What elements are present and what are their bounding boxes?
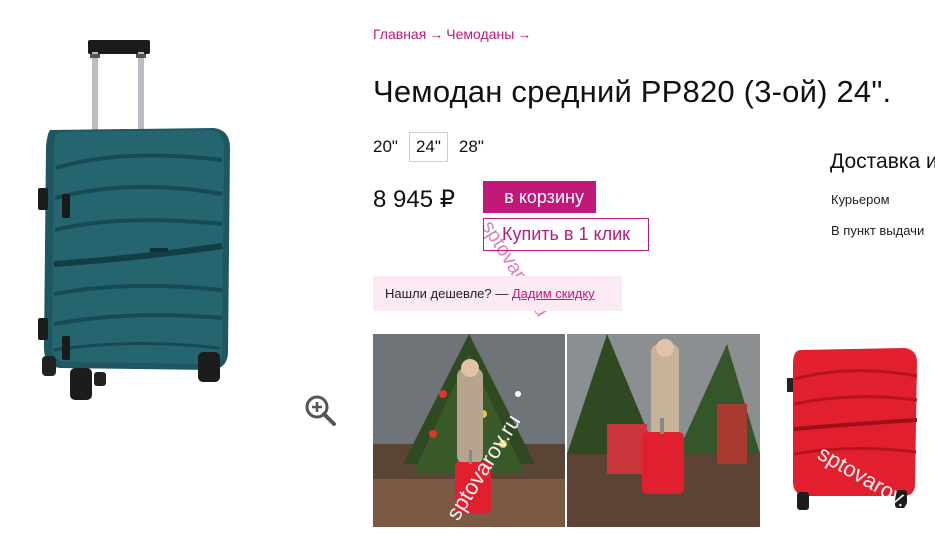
thumbnail-photo-2[interactable]	[567, 334, 760, 527]
discount-link[interactable]: Дадим скидку	[512, 286, 595, 301]
size-option-20[interactable]: 20"	[366, 132, 405, 162]
breadcrumb-arrow: →	[517, 26, 532, 42]
breadcrumb-home-link[interactable]: Главная	[373, 26, 426, 42]
product-price: 8 945 ₽	[373, 186, 455, 213]
delivery-pickup: В пункт выдачи	[831, 223, 925, 238]
found-cheaper-text: Нашли дешевле? —	[385, 286, 509, 301]
size-option-24-selected[interactable]: 24"	[408, 132, 448, 162]
delivery-heading: Доставка и	[830, 150, 935, 173]
add-to-cart-button[interactable]: в корзину	[483, 181, 596, 213]
product-title: Чемодан средний PP820 (3-ой) 24".	[373, 74, 892, 109]
size-option-28[interactable]: 28"	[452, 132, 491, 162]
found-cheaper-banner: Нашли дешевле? — Дадим скидку	[373, 276, 622, 311]
zoom-button[interactable]	[302, 392, 338, 428]
thumbnail-image	[567, 334, 760, 527]
thumbnail-strip: sptovarov.ru sptovarov.ru	[373, 334, 935, 527]
breadcrumb-arrow: →	[429, 26, 444, 42]
product-main-image[interactable]	[0, 18, 338, 423]
size-selector: 20" 24" 28"	[366, 132, 491, 162]
magnifier-plus-icon	[305, 395, 336, 426]
suitcase-image	[38, 40, 230, 400]
breadcrumb: Главная → Чемоданы →	[373, 26, 534, 42]
delivery-courier: Курьером	[831, 192, 890, 207]
breadcrumb-category-link[interactable]: Чемоданы	[446, 26, 514, 42]
